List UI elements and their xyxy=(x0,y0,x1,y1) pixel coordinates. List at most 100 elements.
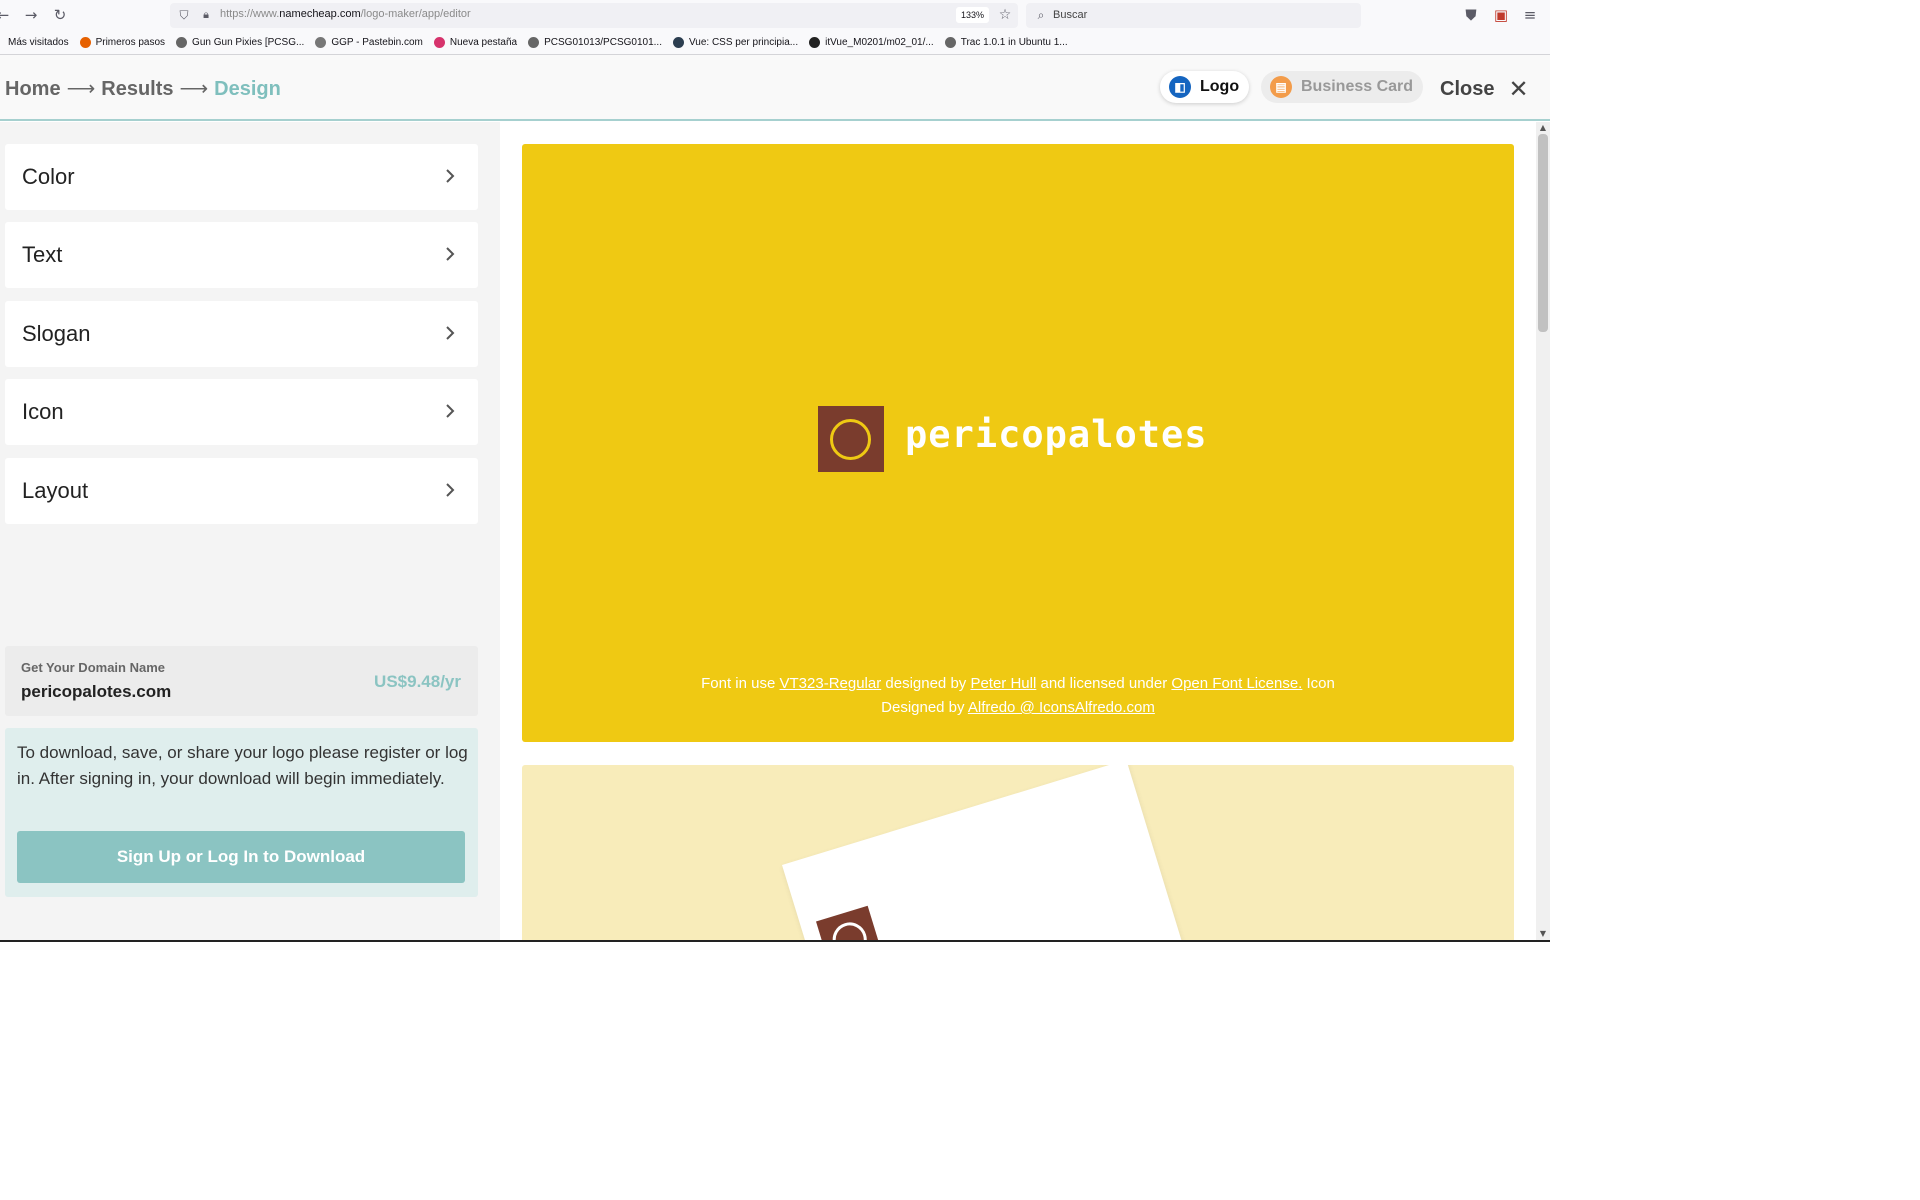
logo-tab-icon: ◧ xyxy=(1169,76,1191,98)
chevron-right-icon xyxy=(446,326,455,340)
breadcrumb: Home ⟶ Results ⟶ Design xyxy=(5,76,281,101)
bookmark-label: Gun Gun Pixies [PCSG... xyxy=(192,37,305,48)
credits-text: and licensed under xyxy=(1036,675,1172,692)
bookmark-label: GGP - Pastebin.com xyxy=(331,37,423,48)
chevron-right-icon xyxy=(446,247,455,261)
pocket-icon[interactable]: ⛊ xyxy=(1462,6,1480,24)
extension-icon[interactable]: ▣ xyxy=(1492,6,1510,24)
screenshot: ← → ↻ ⛉ 🔒︎ https://www.namecheap.com/log… xyxy=(0,0,1550,944)
search-bar[interactable]: ⌕ Buscar xyxy=(1026,3,1361,28)
lock-icon[interactable]: 🔒︎ xyxy=(197,6,215,24)
bookmark-label: itVue_M0201/m02_01/... xyxy=(825,37,934,48)
search-input[interactable]: Buscar xyxy=(1053,9,1087,21)
business-card-logo-mark xyxy=(816,905,884,942)
bookmark-item[interactable]: Nueva pestaña xyxy=(433,37,518,48)
close-icon: ✕ xyxy=(1508,75,1529,103)
close-button[interactable]: Close ✕ xyxy=(1440,75,1529,103)
bookmark-label: Vue: CSS per principia... xyxy=(688,37,799,48)
bookmark-item[interactable]: Gun Gun Pixies [PCSG... xyxy=(176,37,304,48)
sidebar-item-color[interactable]: Color xyxy=(5,144,478,210)
globe-icon xyxy=(176,37,188,48)
sidebar-item-layout[interactable]: Layout xyxy=(5,458,478,524)
shield-icon[interactable]: ⛉ xyxy=(175,6,193,24)
chevron-right-icon xyxy=(446,404,455,418)
author-link[interactable]: Peter Hull xyxy=(970,675,1036,692)
close-label: Close xyxy=(1440,77,1495,100)
crumb-separator: ⟶ xyxy=(66,78,96,100)
download-info: To download, save, or share your logo pl… xyxy=(5,728,478,897)
url-text[interactable]: https://www.namecheap.com/logo-maker/app… xyxy=(220,8,471,20)
domain-name: pericopalotes.com xyxy=(21,682,172,701)
sidebar-item-label: Text xyxy=(22,242,63,267)
bookmark-item[interactable]: PCSG01013/PCSG0101... xyxy=(528,37,662,48)
crumb-home[interactable]: Home xyxy=(5,78,61,100)
credits-text: Designed by xyxy=(881,699,968,716)
scroll-up-icon[interactable]: ▲ xyxy=(1536,122,1550,134)
business-card-mockup xyxy=(782,765,1188,942)
preview-canvas: pericopalotes Font in use VT323-Regular … xyxy=(500,122,1536,942)
app-header: Home ⟶ Results ⟶ Design ◧ Logo ▤ Business Ca… xyxy=(0,55,1550,121)
font-credits: Font in use VT323-Regular designed by Pe… xyxy=(522,672,1514,720)
bookmark-label: Primeros pasos xyxy=(95,37,166,48)
sidebar-item-text[interactable]: Text xyxy=(5,222,478,288)
tab-business-card[interactable]: ▤ Business Card xyxy=(1261,71,1424,103)
logo-wordmark: pericopalotes xyxy=(905,413,1208,456)
circle-icon xyxy=(828,918,871,942)
globe-icon xyxy=(528,37,540,48)
page-scrollbar[interactable]: ▲ ▼ xyxy=(1536,122,1550,942)
address-bar[interactable]: ⛉ 🔒︎ https://www.namecheap.com/logo-make… xyxy=(170,3,1018,28)
bookmark-star-icon[interactable]: ☆ xyxy=(996,6,1014,24)
bookmark-item[interactable]: itVue_M0201/m02_01/... xyxy=(809,37,934,48)
sidebar-item-slogan[interactable]: Slogan xyxy=(5,301,478,367)
domain-price: US$9.48/yr xyxy=(374,672,461,691)
bookmark-label: PCSG01013/PCSG0101... xyxy=(544,37,662,48)
font-link[interactable]: VT323-Regular xyxy=(780,675,882,692)
crumb-results[interactable]: Results xyxy=(101,78,173,100)
sidebar-item-label: Slogan xyxy=(22,321,91,346)
forward-icon[interactable]: → xyxy=(22,6,40,24)
license-link[interactable]: Open Font License. xyxy=(1171,675,1302,692)
sidebar-item-icon[interactable]: Icon xyxy=(5,379,478,445)
bookmark-item[interactable]: Trac 1.0.1 in Ubuntu 1... xyxy=(944,37,1068,48)
browser-toolbar: ← → ↻ ⛉ 🔒︎ https://www.namecheap.com/log… xyxy=(0,0,1550,31)
credits-text: Icon xyxy=(1302,675,1335,692)
vue-icon xyxy=(672,37,684,48)
bookmarks-bar: Más visitados Primeros pasos Gun Gun Pixie… xyxy=(0,31,1550,55)
logo-preview: pericopalotes Font in use VT323-Regular … xyxy=(522,144,1514,742)
star-icon xyxy=(0,37,4,48)
chevron-right-icon xyxy=(446,483,455,497)
back-icon[interactable]: ← xyxy=(0,6,12,24)
bookmark-item[interactable]: GGP - Pastebin.com xyxy=(315,37,423,48)
github-icon xyxy=(809,37,821,48)
bookmark-item[interactable]: Primeros pasos xyxy=(79,37,166,48)
chevron-right-icon xyxy=(446,169,455,183)
menu-icon[interactable]: ≡ xyxy=(1521,6,1539,24)
sidebar-item-label: Color xyxy=(22,164,75,189)
icon-credit-link[interactable]: Alfredo @ IconsAlfredo.com xyxy=(968,699,1155,716)
search-icon: ⌕ xyxy=(1037,8,1045,22)
sign-up-download-button[interactable]: Sign Up or Log In to Download xyxy=(17,831,465,883)
domain-hint: Get Your Domain Name xyxy=(21,660,165,675)
scroll-down-icon[interactable]: ▼ xyxy=(1536,928,1550,940)
zoom-level[interactable]: 133% xyxy=(956,7,990,23)
bookmark-item[interactable]: Vue: CSS per principia... xyxy=(672,37,799,48)
scroll-thumb[interactable] xyxy=(1538,134,1548,332)
sidebar-item-label: Layout xyxy=(22,478,89,503)
tab-business-card-label: Business Card xyxy=(1301,78,1414,95)
firefox-icon xyxy=(433,37,445,48)
bookmark-item[interactable]: Más visitados xyxy=(0,37,69,48)
globe-icon xyxy=(944,37,956,48)
circle-icon xyxy=(830,419,871,460)
domain-offer[interactable]: Get Your Domain Name pericopalotes.com U… xyxy=(5,646,478,716)
firefox-icon xyxy=(79,37,91,48)
tab-logo-label: Logo xyxy=(1200,78,1240,95)
window-bottom-edge xyxy=(0,940,1550,942)
credits-text: Font in use xyxy=(701,675,780,692)
tab-logo[interactable]: ◧ Logo xyxy=(1160,71,1250,103)
crumb-separator: ⟶ xyxy=(179,78,209,100)
bookmark-label: Nueva pestaña xyxy=(449,37,518,48)
business-card-preview xyxy=(522,765,1514,942)
editor-sidebar: Color Text Slogan Icon Layout Get Your D… xyxy=(0,122,500,942)
reload-icon[interactable]: ↻ xyxy=(51,6,69,24)
pastebin-icon xyxy=(315,37,327,48)
